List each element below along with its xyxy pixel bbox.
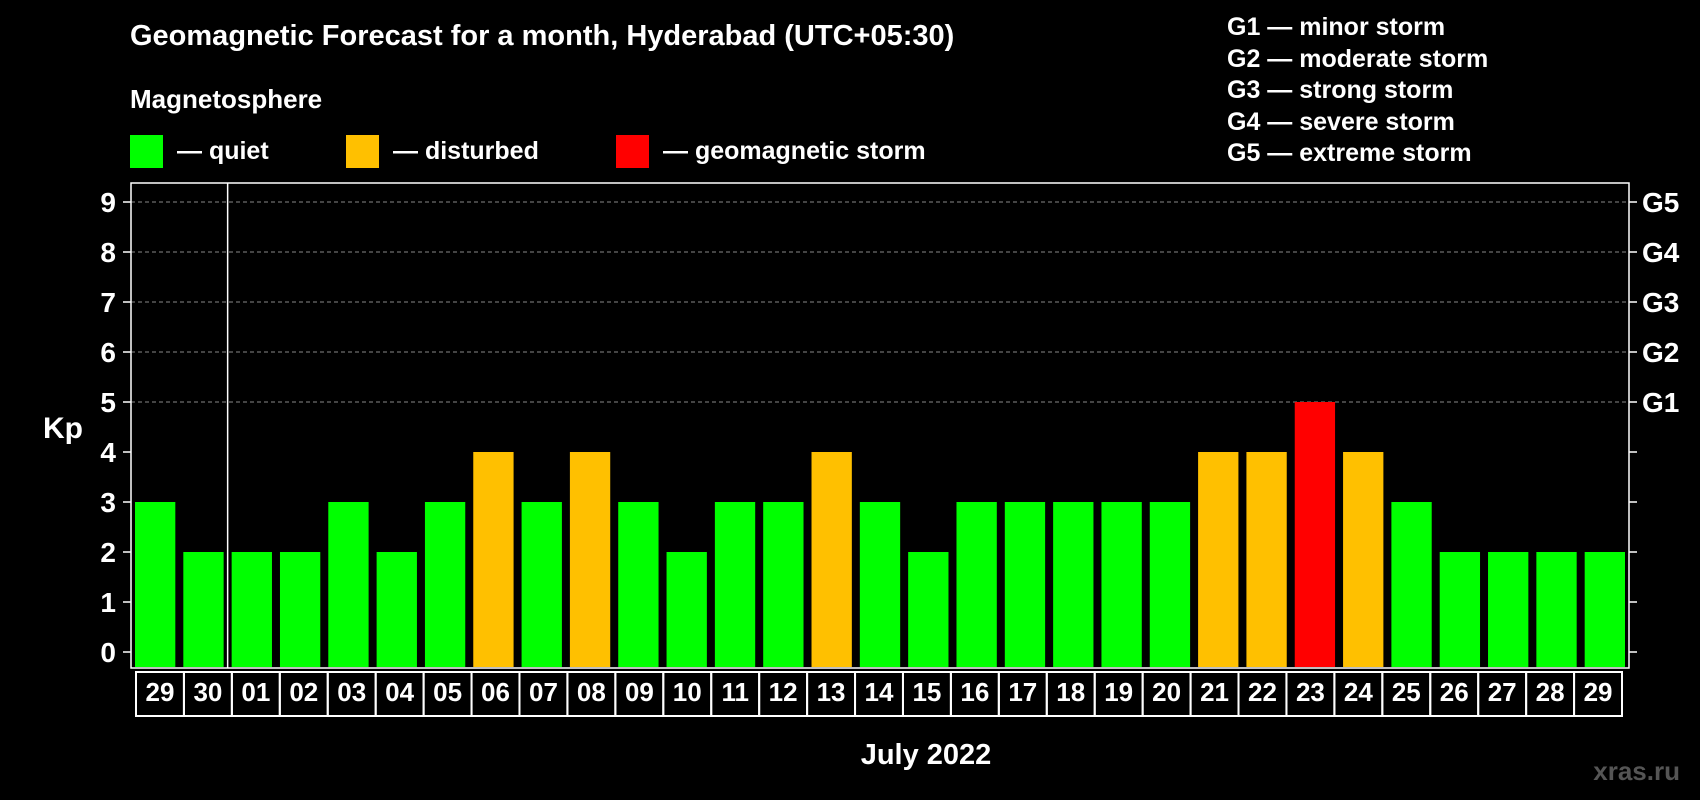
bar-8 bbox=[521, 502, 562, 667]
bar-20 bbox=[1101, 502, 1142, 667]
bar-1 bbox=[183, 552, 224, 667]
y-tick-label: 3 bbox=[100, 487, 116, 518]
x-tick-label: 03 bbox=[337, 677, 366, 707]
x-tick-label: 22 bbox=[1248, 677, 1277, 707]
x-tick-label: 04 bbox=[385, 677, 414, 707]
y-tick-label: 7 bbox=[100, 287, 116, 318]
g-axis-label: G3 bbox=[1642, 287, 1679, 318]
x-tick-label: 19 bbox=[1104, 677, 1133, 707]
bar-28 bbox=[1488, 552, 1529, 667]
bar-5 bbox=[376, 552, 417, 667]
x-tick-label: 11 bbox=[721, 677, 749, 707]
bar-23 bbox=[1246, 452, 1287, 667]
y-axis-label: Kp bbox=[43, 412, 83, 445]
bar-4 bbox=[328, 502, 369, 667]
bar-2 bbox=[231, 552, 272, 667]
x-tick-label: 24 bbox=[1344, 677, 1373, 707]
x-tick-label: 27 bbox=[1488, 677, 1517, 707]
bar-10 bbox=[618, 502, 659, 667]
x-tick-label: 07 bbox=[529, 677, 558, 707]
g-axis-label: G1 bbox=[1642, 387, 1679, 418]
bar-17 bbox=[956, 502, 997, 667]
x-tick-label: 02 bbox=[289, 677, 318, 707]
y-tick-label: 8 bbox=[100, 237, 116, 268]
gridlines bbox=[131, 201, 1629, 403]
y-tick-label: 0 bbox=[100, 637, 116, 668]
bar-25 bbox=[1343, 452, 1384, 667]
x-tick-label: 26 bbox=[1440, 677, 1469, 707]
bar-27 bbox=[1439, 552, 1481, 667]
x-tick-label: 16 bbox=[960, 677, 989, 707]
bars bbox=[135, 402, 1625, 667]
x-tick-label: 13 bbox=[817, 677, 846, 707]
x-tick-label: 08 bbox=[577, 677, 606, 707]
y-tick-label: 5 bbox=[100, 387, 116, 418]
bar-13 bbox=[763, 502, 804, 667]
bar-14 bbox=[811, 452, 852, 667]
bar-9 bbox=[569, 452, 611, 667]
x-tick-label: 29 bbox=[1584, 677, 1613, 707]
bar-26 bbox=[1391, 502, 1432, 667]
axis-labels: 0123456789G1G2G3G4G5Kp29 30 01 02 03 04 05 06 07… bbox=[43, 187, 1680, 771]
bar-0 bbox=[135, 502, 176, 667]
bar-15 bbox=[859, 502, 901, 667]
y-tick-label: 9 bbox=[100, 187, 116, 218]
g-axis-label: G2 bbox=[1642, 337, 1679, 368]
x-tick-label: 17 bbox=[1008, 677, 1037, 707]
x-tick-label: 09 bbox=[625, 677, 654, 707]
bar-12 bbox=[714, 502, 756, 667]
bar-3 bbox=[279, 552, 321, 667]
x-tick-label: 18 bbox=[1056, 677, 1085, 707]
x-tick-label: 06 bbox=[481, 677, 510, 707]
bar-29 bbox=[1536, 552, 1577, 667]
x-tick-label: 30 bbox=[193, 677, 222, 707]
x-axis-label: July 2022 bbox=[861, 739, 992, 771]
x-tick-label: 28 bbox=[1536, 677, 1565, 707]
bar-11 bbox=[666, 552, 707, 667]
bar-6 bbox=[424, 502, 466, 667]
x-tick-label: 14 bbox=[865, 677, 894, 707]
y-tick-label: 1 bbox=[100, 587, 116, 618]
y-tick-label: 2 bbox=[100, 537, 116, 568]
x-tick-label: 10 bbox=[673, 677, 702, 707]
g-axis-label: G5 bbox=[1642, 187, 1679, 218]
x-tick-label: 01 bbox=[241, 677, 270, 707]
x-tick-label: 20 bbox=[1152, 677, 1181, 707]
x-tick-label: 23 bbox=[1296, 677, 1325, 707]
kp-chart: 0123456789G1G2G3G4G5Kp29 30 01 02 03 04 05 06 07… bbox=[43, 182, 1680, 771]
x-tick-label: 15 bbox=[912, 677, 941, 707]
x-tick-label: 05 bbox=[433, 677, 462, 707]
bar-24 bbox=[1294, 402, 1336, 667]
bar-21 bbox=[1149, 502, 1191, 667]
watermark: xras.ru bbox=[1593, 756, 1680, 786]
bar-30 bbox=[1584, 552, 1625, 667]
bar-7 bbox=[473, 452, 514, 667]
bar-16 bbox=[908, 552, 949, 667]
y-tick-label: 4 bbox=[100, 437, 116, 468]
bar-22 bbox=[1198, 452, 1239, 667]
bar-18 bbox=[1004, 502, 1046, 667]
x-tick-label: 21 bbox=[1200, 677, 1229, 707]
bar-19 bbox=[1053, 502, 1094, 667]
x-tick-label: 29 bbox=[146, 677, 175, 707]
g-axis-label: G4 bbox=[1642, 237, 1680, 268]
x-tick-label: 12 bbox=[769, 677, 798, 707]
x-tick-label: 25 bbox=[1392, 677, 1421, 707]
y-tick-label: 6 bbox=[100, 337, 116, 368]
